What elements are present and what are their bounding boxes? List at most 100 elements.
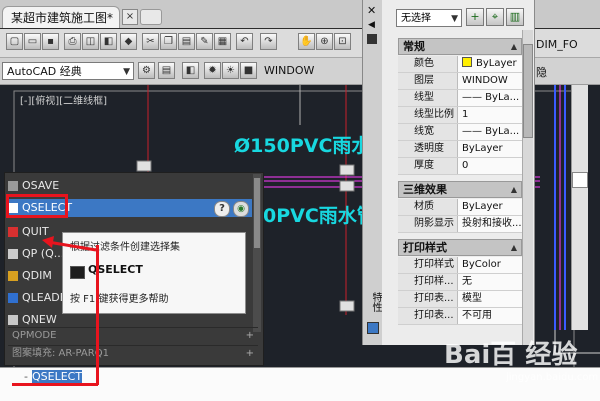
workspace-settings-icon[interactable]: ⚙: [138, 62, 155, 79]
toggle-pickadd-icon[interactable]: +: [466, 8, 484, 26]
workspace-select[interactable]: AutoCAD 经典 ▼: [2, 62, 134, 80]
autocomplete-category[interactable]: QPMODE +: [8, 327, 258, 343]
property-value[interactable]: ByColor: [458, 257, 522, 273]
palette-scroll-thumb[interactable]: [523, 44, 533, 138]
category-label: 图案填充: AR-PARQ1: [12, 348, 109, 359]
property-row[interactable]: 打印表... 不可用: [398, 308, 522, 325]
zoom-window-icon[interactable]: ⊡: [334, 33, 351, 50]
pan-icon[interactable]: ✋: [298, 33, 315, 50]
property-row[interactable]: 线型比例 1: [398, 107, 522, 124]
print-preview-icon[interactable]: ◫: [82, 33, 99, 50]
property-value[interactable]: 1: [458, 107, 522, 123]
print-icon[interactable]: ⎙: [64, 33, 81, 50]
property-row[interactable]: 材质 ByLayer: [398, 199, 522, 216]
color-swatch: [462, 57, 472, 67]
property-value[interactable]: 无: [458, 274, 522, 290]
quick-select-icon[interactable]: ▥: [506, 8, 524, 26]
zoom-realtime-icon[interactable]: ⊕: [316, 33, 333, 50]
property-row[interactable]: 线型 —— ByLa...: [398, 90, 522, 107]
open-file-icon[interactable]: ▭: [24, 33, 41, 50]
command-icon: [8, 293, 18, 303]
expand-icon[interactable]: +: [246, 346, 254, 362]
property-value[interactable]: 投射和接收...: [458, 216, 522, 232]
toolbar-hide-label[interactable]: 隐: [536, 64, 547, 80]
menu-icon[interactable]: [367, 34, 377, 44]
property-value[interactable]: 不可用: [458, 308, 522, 324]
property-value[interactable]: —— ByLa...: [458, 124, 522, 140]
property-key: 厚度: [398, 158, 458, 174]
property-value[interactable]: 0: [458, 158, 522, 174]
property-value[interactable]: ByLayer: [458, 56, 522, 72]
paste-icon[interactable]: ▤: [178, 33, 195, 50]
property-value[interactable]: ByLayer: [458, 199, 522, 215]
property-row[interactable]: 厚度 0: [398, 158, 522, 175]
collapse-icon[interactable]: ▲: [511, 240, 517, 255]
collapse-icon[interactable]: ▲: [511, 182, 517, 197]
palette-section-header[interactable]: 打印样式 ▲: [398, 239, 522, 256]
command-input[interactable]: QSELECT: [32, 370, 83, 383]
redo-icon[interactable]: ↷: [260, 33, 277, 50]
publish-icon[interactable]: ◧: [100, 33, 117, 50]
selection-select[interactable]: 无选择 ▼: [396, 9, 462, 27]
help-icon[interactable]: ?: [214, 201, 230, 217]
property-key: 打印样式: [398, 257, 458, 273]
palette-title-strip[interactable]: ✕ ◀ 特性: [362, 0, 384, 345]
selection-value: 无选择: [401, 13, 431, 24]
property-row[interactable]: 图层 WINDOW: [398, 73, 522, 90]
drawing-vertical-scrollbar[interactable]: [571, 85, 588, 330]
autohide-icon[interactable]: ◀: [368, 20, 375, 30]
3d-publish-icon[interactable]: ◆: [120, 33, 137, 50]
autocomplete-category[interactable]: 图案填充: AR-PARQ1 +: [8, 345, 258, 361]
palette-section-header[interactable]: 三维效果 ▲: [398, 181, 522, 198]
property-row[interactable]: 线宽 —— ByLa...: [398, 124, 522, 141]
property-value-text: 模型: [462, 293, 482, 304]
property-key: 材质: [398, 199, 458, 215]
property-row[interactable]: 打印样... 无: [398, 274, 522, 291]
property-row[interactable]: 透明度 ByLayer: [398, 141, 522, 158]
block-editor-icon[interactable]: ▦: [214, 33, 231, 50]
globe-icon[interactable]: ◉: [233, 201, 249, 217]
property-row[interactable]: 打印表... 模型: [398, 291, 522, 308]
property-key: 线宽: [398, 124, 458, 140]
highlight-box: [6, 194, 68, 218]
property-key: 线型: [398, 90, 458, 106]
select-objects-icon[interactable]: ⌖: [486, 8, 504, 26]
property-row[interactable]: 颜色 ByLayer: [398, 56, 522, 73]
collapse-icon[interactable]: ▲: [511, 39, 517, 54]
sun-icon[interactable]: ☀: [222, 62, 239, 79]
new-tab-button[interactable]: [140, 9, 162, 25]
layer-state-icon[interactable]: ◧: [182, 62, 199, 79]
property-key: 线型比例: [398, 107, 458, 123]
property-value[interactable]: WINDOW: [458, 73, 522, 89]
property-value-text: 0: [462, 160, 469, 171]
file-tab[interactable]: 某超市建筑施工图*: [2, 6, 120, 28]
cut-icon[interactable]: ✂: [142, 33, 159, 50]
current-layer[interactable]: WINDOW: [264, 64, 314, 77]
autocomplete-scroll-thumb[interactable]: [254, 178, 260, 248]
viewport-label[interactable]: [-][俯视][二维线框]: [20, 92, 107, 107]
new-file-icon[interactable]: ▢: [6, 33, 23, 50]
tab-close-button[interactable]: ×: [122, 9, 138, 25]
dim-style-label[interactable]: DIM_FO: [536, 38, 578, 51]
lightbulb-icon[interactable]: ✹: [204, 62, 221, 79]
property-row[interactable]: 打印样式 ByColor: [398, 257, 522, 274]
close-icon[interactable]: ✕: [367, 4, 376, 17]
copy-icon[interactable]: ❐: [160, 33, 177, 50]
property-value[interactable]: —— ByLa...: [458, 90, 522, 106]
property-row[interactable]: 阴影显示 投射和接收...: [398, 216, 522, 233]
chevron-down-icon: ▼: [451, 14, 458, 24]
property-value-text: ByColor: [462, 259, 501, 270]
match-properties-icon[interactable]: ✎: [196, 33, 213, 50]
property-key: 打印样...: [398, 274, 458, 290]
expand-icon[interactable]: +: [246, 328, 254, 344]
property-value[interactable]: ByLayer: [458, 141, 522, 157]
layer-properties-icon[interactable]: ▤: [158, 62, 175, 79]
autocomplete-item[interactable]: OSAVE: [8, 177, 252, 195]
save-icon[interactable]: ▪: [42, 33, 59, 50]
palette-section-header[interactable]: 常规 ▲: [398, 38, 522, 55]
lock-icon[interactable]: ■: [240, 62, 257, 79]
undo-icon[interactable]: ↶: [236, 33, 253, 50]
section-title: 三维效果: [403, 183, 447, 196]
drawing-scroll-thumb[interactable]: [572, 172, 588, 188]
property-value[interactable]: 模型: [458, 291, 522, 307]
